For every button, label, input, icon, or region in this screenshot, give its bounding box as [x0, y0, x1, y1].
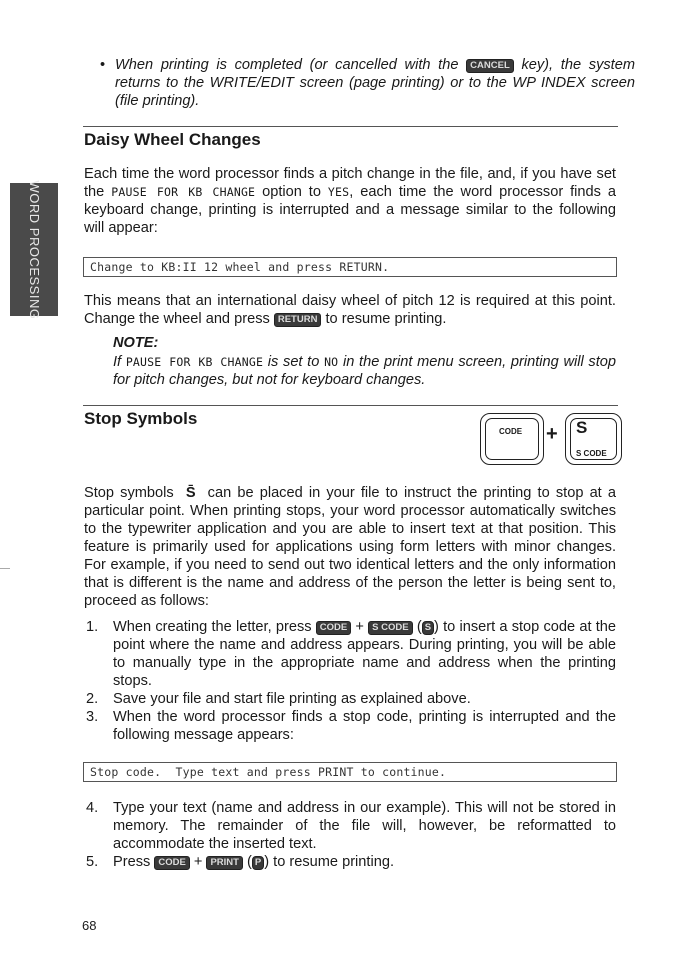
- text: ) to resume printing.: [264, 854, 394, 870]
- steps-list-1: 1. When creating the letter, press CODE …: [84, 618, 616, 744]
- kb-change-message-box: Change to KB:II 12 wheel and press RETUR…: [83, 257, 617, 277]
- setting-name: PAUSE FOR KB CHANGE: [111, 185, 256, 199]
- s-code-keycap-label: S CODE: [576, 449, 607, 458]
- note-text: If PAUSE FOR KB CHANGE is set to NO in t…: [113, 353, 616, 389]
- list-item: 1. When creating the letter, press CODE …: [84, 618, 616, 690]
- text: is set to: [263, 354, 325, 370]
- section-rule: [83, 405, 618, 406]
- setting-value: NO: [324, 355, 339, 369]
- text: can be placed in your file to instruct t…: [84, 485, 616, 609]
- stop-heading: Stop Symbols: [84, 409, 198, 428]
- daisy-heading: Daisy Wheel Changes: [84, 130, 261, 149]
- bullet-dot: •: [100, 57, 106, 73]
- stop-code-message-box: Stop code. Type text and press PRINT to …: [83, 762, 617, 782]
- step-number: 3.: [86, 709, 99, 725]
- plus-sign: +: [546, 423, 558, 445]
- page-number: 68: [82, 918, 97, 933]
- stop-paragraph: Stop symbols S̄ can be placed in your fi…: [84, 484, 616, 610]
- text: Press: [113, 854, 155, 870]
- text: When creating the letter, press: [113, 619, 316, 635]
- setting-name: PAUSE FOR KB CHANGE: [125, 355, 264, 369]
- step-number: 4.: [86, 800, 99, 816]
- text: (: [412, 619, 422, 635]
- setting-value: YES: [327, 185, 350, 199]
- bullet-paragraph: • When printing is completed (or cancell…: [100, 56, 635, 110]
- bullet-text-1: When printing is completed (or cancelled…: [115, 57, 467, 73]
- step-number: 5.: [86, 854, 99, 870]
- p-key: P: [251, 856, 265, 870]
- text: +: [351, 619, 369, 635]
- text: to resume printing.: [321, 311, 447, 327]
- stop-symbol-icon: S̄: [185, 485, 196, 501]
- cancel-key: CANCEL: [466, 59, 514, 73]
- text: Save your file and start file printing a…: [113, 691, 471, 707]
- keycap-illustration: CODE + S S CODE: [480, 413, 622, 465]
- list-item: 4. Type your text (name and address in o…: [84, 799, 616, 853]
- step-number: 1.: [86, 619, 99, 635]
- print-key: PRINT: [206, 856, 243, 870]
- list-item: 3. When the word processor finds a stop …: [84, 708, 616, 744]
- steps-list-2: 4. Type your text (name and address in o…: [84, 799, 616, 871]
- s-keycap-letter: S: [576, 418, 588, 437]
- daisy-paragraph-1: Each time the word processor finds a pit…: [84, 165, 616, 237]
- s-code-keycap: S S CODE: [565, 413, 622, 465]
- return-key: RETURN: [273, 313, 322, 327]
- s-code-key: S CODE: [368, 621, 413, 635]
- message-text: Stop code. Type text and press PRINT to …: [90, 765, 447, 779]
- code-key: CODE: [315, 621, 352, 635]
- side-tab-label: WORD PROCESSING: [27, 180, 42, 319]
- s-key: S: [421, 621, 435, 635]
- daisy-paragraph-2: This means that an international daisy w…: [84, 292, 616, 328]
- text: +: [189, 854, 207, 870]
- text: When the word processor finds a stop cod…: [113, 709, 616, 743]
- code-key: CODE: [154, 856, 190, 870]
- message-text: Change to KB:II 12 wheel and press RETUR…: [90, 260, 390, 274]
- section-rule: [83, 126, 618, 127]
- section-side-tab: WORD PROCESSING: [10, 180, 58, 319]
- list-item: 5. Press CODE + PRINT (P) to resume prin…: [84, 853, 616, 871]
- step-number: 2.: [86, 691, 99, 707]
- code-keycap: CODE: [480, 413, 544, 465]
- list-item: 2. Save your file and start file printin…: [84, 690, 616, 708]
- text: Type your text (name and address in our …: [113, 800, 616, 852]
- margin-mark: [0, 568, 10, 569]
- text: (: [242, 854, 252, 870]
- text: Stop symbols: [84, 485, 180, 501]
- text: If: [113, 354, 126, 370]
- text: option to: [255, 184, 328, 200]
- code-keycap-label: CODE: [499, 427, 523, 436]
- note-label: NOTE:: [113, 335, 159, 351]
